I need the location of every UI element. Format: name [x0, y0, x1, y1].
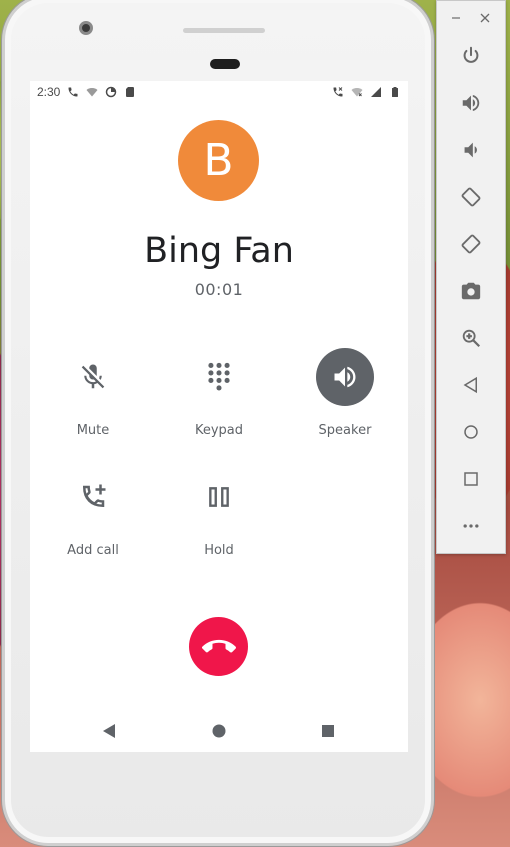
data-saver-icon	[106, 86, 117, 98]
call-status-icon	[333, 87, 343, 97]
overview-icon	[464, 472, 478, 486]
battery-icon	[392, 87, 398, 97]
earpiece-slot	[210, 59, 240, 69]
phone-call-icon	[68, 87, 78, 97]
home-button[interactable]	[458, 419, 484, 445]
speaker-button[interactable]: Speaker	[295, 348, 395, 438]
mute-button[interactable]: Mute	[43, 348, 143, 438]
mic-off-icon	[64, 348, 122, 406]
call-timer: 00:01	[194, 280, 244, 299]
navigation-bar	[30, 713, 408, 749]
emulator-toolbar	[436, 0, 506, 554]
add-call-icon	[64, 468, 122, 526]
caller-name: Bing Fan	[144, 231, 294, 271]
volume-up-button[interactable]	[458, 90, 484, 116]
status-bar: 2:30	[30, 81, 408, 103]
rotate-left-icon	[461, 187, 481, 207]
earpiece-grill	[183, 28, 265, 33]
home-icon[interactable]	[211, 723, 227, 739]
close-icon[interactable]	[479, 12, 491, 24]
mute-label: Mute	[76, 423, 110, 438]
call-end-icon	[201, 639, 236, 653]
status-time: 2:30	[37, 85, 61, 99]
wifi-off-icon	[351, 88, 363, 97]
pause-icon	[190, 468, 248, 526]
minimize-icon[interactable]	[450, 12, 462, 24]
sd-card-icon	[126, 87, 135, 97]
camera-icon	[461, 282, 481, 300]
more-icon	[463, 524, 479, 528]
back-icon	[463, 376, 477, 394]
phone-screen: 2:30 B Bing Fan 00:01 Mute Keypad Speake…	[30, 81, 408, 752]
overview-button[interactable]	[458, 466, 484, 492]
add-call-button[interactable]: Add call	[43, 468, 143, 558]
hold-button[interactable]: Hold	[169, 468, 269, 558]
recents-icon[interactable]	[320, 723, 336, 739]
power-button[interactable]	[458, 43, 484, 69]
screenshot-button[interactable]	[458, 278, 484, 304]
speaker-icon	[316, 348, 374, 406]
keypad-label: Keypad	[194, 423, 244, 438]
add-call-label: Add call	[67, 543, 119, 558]
more-button[interactable]	[458, 513, 484, 539]
keypad-button[interactable]: Keypad	[169, 348, 269, 438]
rotate-left-button[interactable]	[458, 184, 484, 210]
volume-down-button[interactable]	[458, 137, 484, 163]
home-icon	[464, 425, 478, 439]
rotate-right-button[interactable]	[458, 231, 484, 257]
power-icon	[463, 46, 479, 63]
volume-up-icon	[462, 94, 480, 112]
hold-label: Hold	[204, 543, 234, 558]
avatar-initial: B	[203, 135, 234, 186]
speaker-label: Speaker	[318, 423, 372, 438]
rotate-right-icon	[461, 234, 481, 254]
zoom-button[interactable]	[458, 325, 484, 351]
dialpad-icon	[190, 348, 248, 406]
end-call-button[interactable]	[189, 617, 248, 676]
back-button[interactable]	[458, 372, 484, 398]
caller-avatar: B	[178, 120, 259, 201]
volume-down-icon	[464, 142, 477, 158]
back-icon[interactable]	[101, 723, 117, 739]
front-camera	[79, 21, 93, 35]
signal-icon	[371, 87, 381, 97]
wifi-calling-icon	[86, 88, 98, 97]
zoom-icon	[462, 329, 481, 348]
window-controls	[437, 7, 507, 27]
